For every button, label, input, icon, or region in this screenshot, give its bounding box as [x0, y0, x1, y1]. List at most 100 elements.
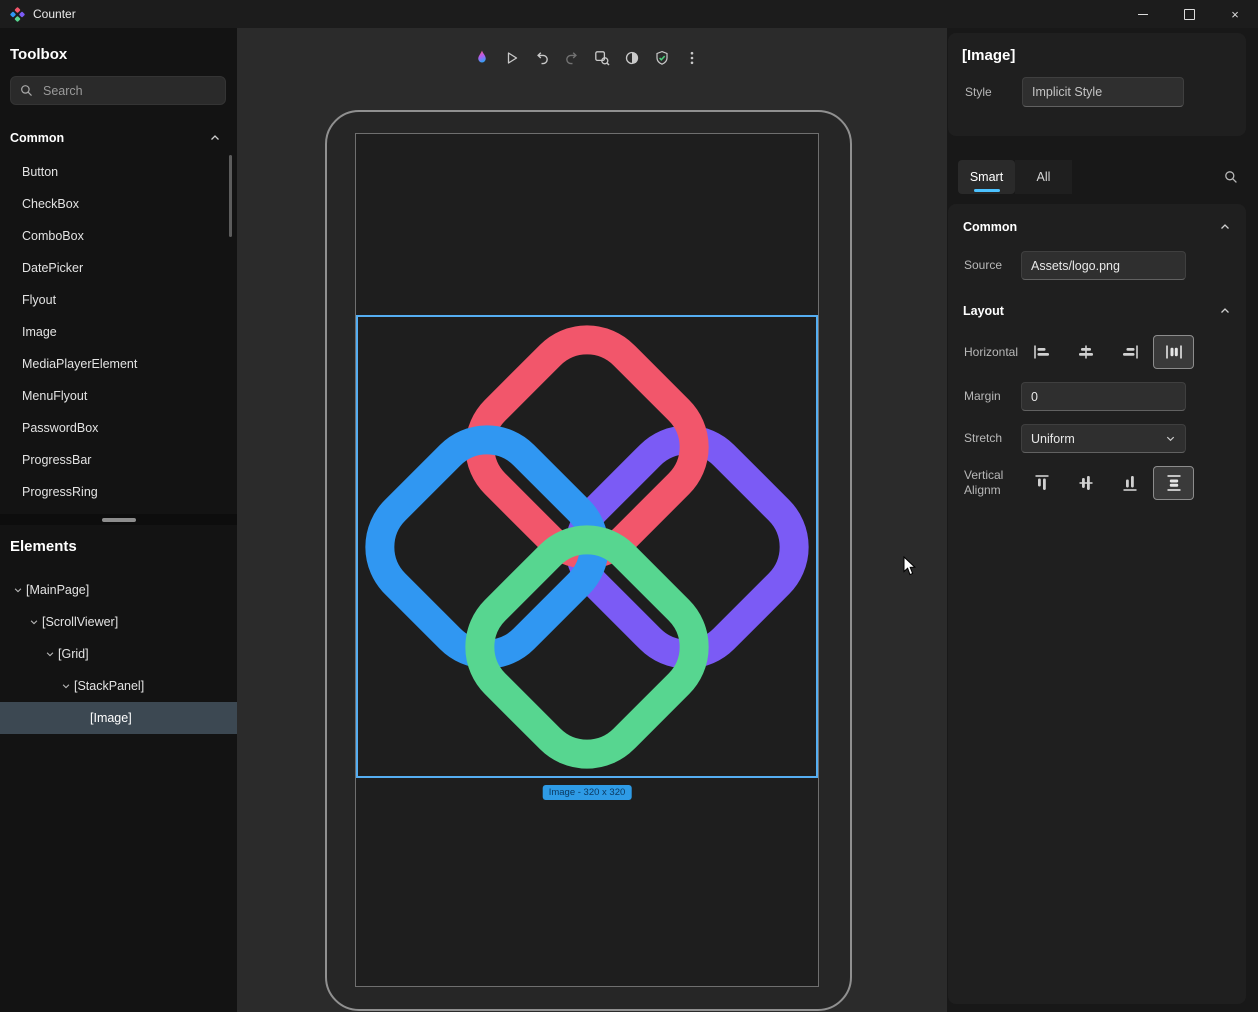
align-center-icon	[1077, 345, 1095, 359]
align-bottom-icon	[1123, 474, 1137, 492]
close-button[interactable]: ×	[1212, 0, 1258, 28]
style-input[interactable]	[1022, 77, 1184, 107]
section-common[interactable]: Common	[963, 216, 1231, 238]
align-top-icon	[1035, 474, 1049, 492]
window-title: Counter	[33, 7, 76, 21]
tree-item-image[interactable]: [Image]	[0, 702, 237, 734]
chevron-down-icon[interactable]	[58, 681, 74, 691]
toolbox-search[interactable]	[10, 76, 226, 105]
chevron-down-icon[interactable]	[42, 649, 58, 659]
toolbox-item-combobox[interactable]: ComboBox	[0, 220, 229, 252]
toolbox-section-title: Common	[10, 131, 64, 145]
selected-element-card: [Image] Style	[948, 33, 1246, 136]
app-logo-icon	[10, 7, 25, 22]
undo-icon	[534, 50, 550, 66]
minimize-button[interactable]	[1120, 0, 1166, 28]
hot-reload-icon	[473, 49, 491, 67]
align-left-icon	[1033, 345, 1051, 359]
toolbox-item-passwordbox[interactable]: PasswordBox	[0, 412, 229, 444]
vertical-ellipsis-icon	[684, 50, 700, 66]
stretch-label: Stretch	[964, 431, 1021, 446]
align-vstretch-button[interactable]	[1153, 466, 1194, 500]
chevron-up-icon[interactable]	[1219, 305, 1231, 317]
inspector-tabs: Smart All	[958, 160, 1245, 194]
align-right-icon	[1121, 345, 1139, 359]
chevron-down-icon[interactable]	[10, 585, 26, 595]
minimize-icon	[1138, 14, 1148, 15]
search-icon	[20, 84, 33, 97]
stretch-dropdown[interactable]: Uniform	[1021, 424, 1186, 453]
tree-item-label: [Image]	[90, 711, 132, 725]
tab-label: Smart	[970, 170, 1003, 184]
align-center-button[interactable]	[1065, 335, 1106, 369]
more-options-button[interactable]	[678, 44, 706, 72]
align-top-button[interactable]	[1021, 466, 1062, 500]
tree-item-stackpanel[interactable]: [StackPanel]	[0, 670, 237, 702]
redo-button[interactable]	[558, 44, 586, 72]
chevron-down-icon	[1165, 433, 1176, 444]
margin-row: Margin	[964, 382, 1232, 411]
design-canvas[interactable]: Image - 320 x 320	[237, 28, 947, 1012]
align-middle-button[interactable]	[1065, 466, 1106, 500]
canvas-toolbar	[468, 44, 706, 72]
properties-search-button[interactable]	[1217, 163, 1245, 191]
toolbox-item-flyout[interactable]: Flyout	[0, 284, 229, 316]
align-stretch-button[interactable]	[1153, 335, 1194, 369]
toolbox-item-button[interactable]: Button	[0, 156, 229, 188]
close-icon: ×	[1231, 7, 1239, 22]
chevron-up-icon[interactable]	[209, 132, 221, 144]
validation-button[interactable]	[648, 44, 676, 72]
tree-item-label: [StackPanel]	[74, 679, 144, 693]
maximize-icon	[1184, 9, 1195, 20]
maximize-button[interactable]	[1166, 0, 1212, 28]
section-title: Common	[963, 220, 1017, 234]
toolbox-item-menuflyout[interactable]: MenuFlyout	[0, 380, 229, 412]
toolbox-item-progressbar[interactable]: ProgressBar	[0, 444, 229, 476]
search-input[interactable]	[41, 83, 216, 99]
style-label: Style	[965, 85, 1022, 100]
window-controls: ×	[1120, 0, 1258, 28]
toolbox-item-datepicker[interactable]: DatePicker	[0, 252, 229, 284]
tree-item-label: [ScrollViewer]	[42, 615, 118, 629]
source-label: Source	[964, 258, 1021, 273]
tab-all[interactable]: All	[1015, 160, 1072, 194]
toolbox-section-common[interactable]: Common	[10, 126, 221, 150]
tab-smart[interactable]: Smart	[958, 160, 1015, 194]
tree-item-label: [MainPage]	[26, 583, 89, 597]
toolbox-item-progressring[interactable]: ProgressRing	[0, 476, 229, 508]
toolbox-panel: Toolbox Common Button CheckBox ComboBox …	[0, 28, 237, 1012]
horizontal-alignment-label: Horizontal	[964, 345, 1021, 360]
align-right-button[interactable]	[1109, 335, 1150, 369]
toolbox-item-mediaplayerelement[interactable]: MediaPlayerElement	[0, 348, 229, 380]
stretch-value: Uniform	[1031, 432, 1075, 446]
section-layout[interactable]: Layout	[963, 300, 1231, 322]
validation-shield-icon	[654, 50, 670, 66]
source-input[interactable]	[1021, 251, 1186, 280]
chevron-up-icon[interactable]	[1219, 221, 1231, 233]
align-stretch-icon	[1165, 345, 1183, 359]
align-bottom-button[interactable]	[1109, 466, 1150, 500]
run-button[interactable]	[498, 44, 526, 72]
margin-input[interactable]	[1021, 382, 1186, 411]
hot-reload-button[interactable]	[468, 44, 496, 72]
chevron-down-icon[interactable]	[26, 617, 42, 627]
theme-toggle-button[interactable]	[618, 44, 646, 72]
titlebar: Counter ×	[0, 0, 1258, 28]
undo-button[interactable]	[528, 44, 556, 72]
active-tab-indicator	[974, 189, 1000, 192]
app-logo-image[interactable]	[358, 318, 816, 776]
tree-item-mainpage[interactable]: [MainPage]	[0, 574, 237, 606]
selection-size-badge: Image - 320 x 320	[543, 785, 632, 800]
tree-item-grid[interactable]: [Grid]	[0, 638, 237, 670]
toolbox-scrollbar[interactable]	[229, 155, 232, 237]
vertical-alignment-row: Vertical Alignm	[964, 466, 1232, 500]
vertical-alignment-group	[1021, 466, 1194, 500]
panel-splitter[interactable]	[0, 514, 237, 525]
vertical-alignment-label: Vertical Alignm	[964, 468, 1021, 498]
inspect-element-button[interactable]	[588, 44, 616, 72]
tree-item-scrollviewer[interactable]: [ScrollViewer]	[0, 606, 237, 638]
image-selection-box[interactable]	[356, 315, 818, 778]
toolbox-item-checkbox[interactable]: CheckBox	[0, 188, 229, 220]
align-left-button[interactable]	[1021, 335, 1062, 369]
toolbox-item-image[interactable]: Image	[0, 316, 229, 348]
